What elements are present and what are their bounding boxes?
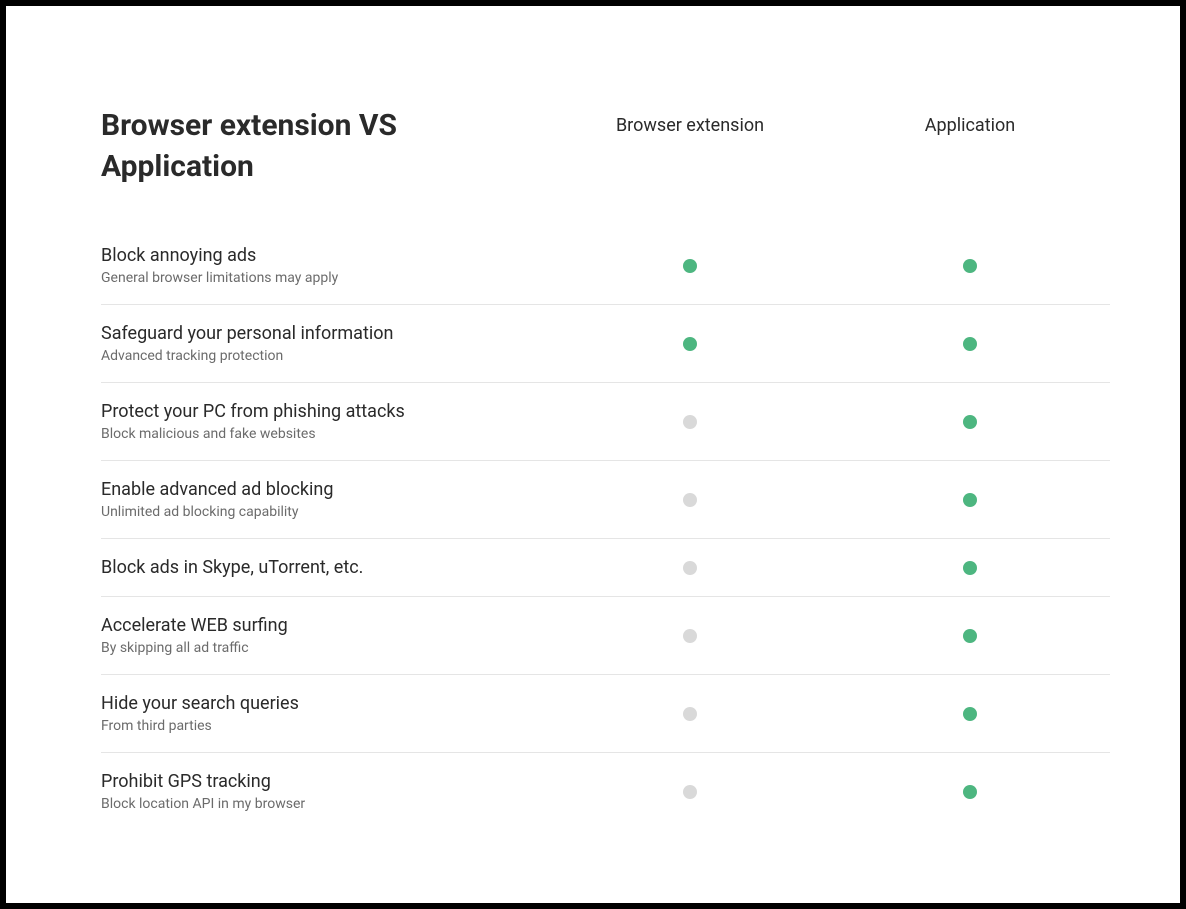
application-support-cell — [830, 707, 1110, 721]
extension-support-cell — [550, 561, 830, 575]
feature-title: Block ads in Skype, uTorrent, etc. — [101, 557, 550, 578]
feature-description: Unlimited ad blocking capability — [101, 504, 550, 520]
feature-text-cell: Accelerate WEB surfing By skipping all ad… — [101, 615, 550, 656]
supported-icon — [963, 493, 977, 507]
feature-description: Block location API in my browser — [101, 796, 550, 812]
feature-rows-container: Block annoying ads General browser limita… — [101, 227, 1110, 830]
feature-description: By skipping all ad traffic — [101, 640, 550, 656]
application-support-cell — [830, 561, 1110, 575]
feature-description: Advanced tracking protection — [101, 348, 550, 364]
application-support-cell — [830, 493, 1110, 507]
supported-icon — [963, 337, 977, 351]
page-frame: Browser extension VS Application Browser… — [6, 6, 1180, 903]
feature-text-cell: Safeguard your personal information Advan… — [101, 323, 550, 364]
unsupported-icon — [683, 629, 697, 643]
unsupported-icon — [683, 561, 697, 575]
extension-support-cell — [550, 493, 830, 507]
extension-support-cell — [550, 629, 830, 643]
feature-text-cell: Block ads in Skype, uTorrent, etc. — [101, 557, 550, 578]
column-header-application: Application — [830, 106, 1110, 139]
feature-text-cell: Enable advanced ad blocking Unlimited ad … — [101, 479, 550, 520]
feature-title: Prohibit GPS tracking — [101, 771, 550, 792]
feature-title: Safeguard your personal information — [101, 323, 550, 344]
extension-support-cell — [550, 259, 830, 273]
supported-icon — [963, 415, 977, 429]
table-title: Browser extension VS Application — [101, 106, 550, 187]
extension-support-cell — [550, 785, 830, 799]
table-header-row: Browser extension VS Application Browser… — [101, 106, 1110, 227]
feature-title: Protect your PC from phishing attacks — [101, 401, 550, 422]
unsupported-icon — [683, 707, 697, 721]
application-support-cell — [830, 785, 1110, 799]
feature-text-cell: Hide your search queries From third parti… — [101, 693, 550, 734]
feature-text-cell: Protect your PC from phishing attacks Blo… — [101, 401, 550, 442]
application-support-cell — [830, 259, 1110, 273]
application-support-cell — [830, 415, 1110, 429]
supported-icon — [683, 337, 697, 351]
feature-row: Prohibit GPS tracking Block location API … — [101, 753, 1110, 830]
feature-row: Safeguard your personal information Advan… — [101, 305, 1110, 383]
feature-title: Block annoying ads — [101, 245, 550, 266]
feature-row: Protect your PC from phishing attacks Blo… — [101, 383, 1110, 461]
extension-support-cell — [550, 337, 830, 351]
feature-description: General browser limitations may apply — [101, 270, 550, 286]
feature-row: Accelerate WEB surfing By skipping all ad… — [101, 597, 1110, 675]
comparison-table: Browser extension VS Application Browser… — [101, 106, 1110, 830]
application-support-cell — [830, 629, 1110, 643]
feature-text-cell: Block annoying ads General browser limita… — [101, 245, 550, 286]
feature-row: Block ads in Skype, uTorrent, etc. — [101, 539, 1110, 597]
supported-icon — [963, 629, 977, 643]
feature-description: Block malicious and fake websites — [101, 426, 550, 442]
supported-icon — [963, 561, 977, 575]
feature-title: Hide your search queries — [101, 693, 550, 714]
extension-support-cell — [550, 707, 830, 721]
feature-title: Enable advanced ad blocking — [101, 479, 550, 500]
supported-icon — [963, 707, 977, 721]
feature-row: Block annoying ads General browser limita… — [101, 227, 1110, 305]
application-support-cell — [830, 337, 1110, 351]
extension-support-cell — [550, 415, 830, 429]
unsupported-icon — [683, 785, 697, 799]
column-header-extension: Browser extension — [550, 106, 830, 139]
supported-icon — [963, 259, 977, 273]
supported-icon — [683, 259, 697, 273]
unsupported-icon — [683, 415, 697, 429]
feature-row: Enable advanced ad blocking Unlimited ad … — [101, 461, 1110, 539]
feature-text-cell: Prohibit GPS tracking Block location API … — [101, 771, 550, 812]
feature-title: Accelerate WEB surfing — [101, 615, 550, 636]
feature-row: Hide your search queries From third parti… — [101, 675, 1110, 753]
unsupported-icon — [683, 493, 697, 507]
feature-description: From third parties — [101, 718, 550, 734]
supported-icon — [963, 785, 977, 799]
